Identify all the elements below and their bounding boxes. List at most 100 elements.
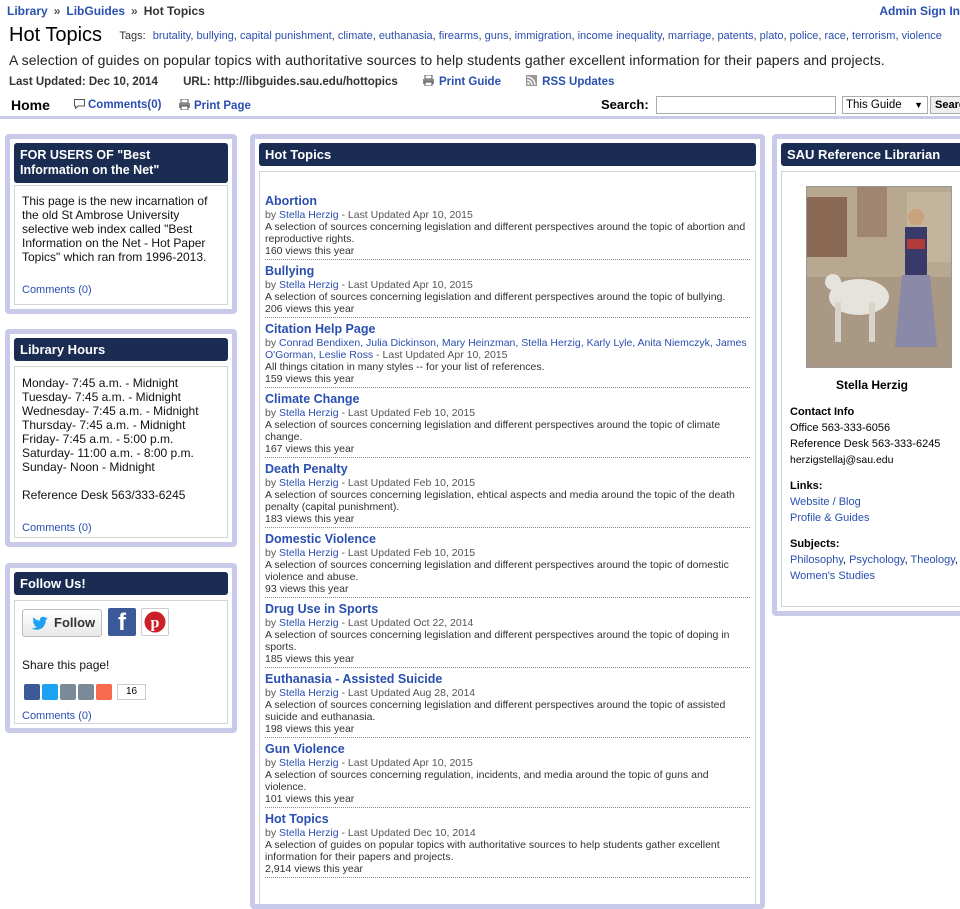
profile-guides-link[interactable]: Profile & Guides <box>790 510 869 526</box>
tag-link[interactable]: capital punishment <box>240 30 332 42</box>
best-info-box: FOR USERS OF "Best Information on the Ne… <box>5 134 237 314</box>
follow-label: Follow <box>54 615 96 630</box>
topic-author-link[interactable]: Stella Herzig <box>279 547 339 559</box>
tag-link[interactable]: immigration <box>515 30 572 42</box>
tag-link[interactable]: terrorism <box>852 30 895 42</box>
best-info-comments-link[interactable]: Comments (0) <box>22 284 92 296</box>
subjects-list: Philosophy, Psychology, Theology, Women's… <box>790 554 958 582</box>
breadcrumb-library-link[interactable]: Library <box>7 4 48 18</box>
topic-description: All things citation in many styles -- fo… <box>265 361 545 373</box>
website-blog-link[interactable]: Website / Blog <box>790 494 861 510</box>
by-label: by <box>265 337 277 349</box>
search-input[interactable] <box>656 96 836 114</box>
tag-link[interactable]: brutality <box>153 30 191 42</box>
hours-comments-link[interactable]: Comments (0) <box>22 522 92 534</box>
twitter-bird-icon <box>31 616 48 630</box>
hours-list: Monday- 7:45 a.m. - Midnight Tuesday- 7:4… <box>22 376 199 474</box>
topic-title-link[interactable]: Death Penalty <box>265 461 750 477</box>
topic-byline: by Stella Herzig - Last Updated Apr 10, … <box>265 279 750 291</box>
topic-title-link[interactable]: Citation Help Page <box>265 321 750 337</box>
search-scope-select[interactable]: This Guide ▼ <box>842 96 928 114</box>
topic-author-link[interactable]: Stella Herzig <box>279 827 339 839</box>
tag-link[interactable]: income inequality <box>578 30 662 42</box>
tag-link[interactable]: violence <box>902 30 942 42</box>
print-page-link[interactable]: Print Page <box>179 98 251 112</box>
twitter-follow-button[interactable]: Follow <box>22 609 102 637</box>
topic-updated: - Last Updated Oct 22, 2014 <box>338 617 474 629</box>
subject-womens-studies-link[interactable]: Women's Studies <box>790 570 875 582</box>
topic-author-link[interactable]: Stella Herzig <box>279 617 339 629</box>
subjects-label: Subjects: <box>790 538 840 550</box>
tag-link[interactable]: race <box>825 30 846 42</box>
topic-item: Drug Use in Sports by Stella Herzig - Las… <box>265 598 750 668</box>
topic-item: Domestic Violence by Stella Herzig - Last… <box>265 528 750 598</box>
topic-byline: by Stella Herzig - Last Updated Feb 10, … <box>265 477 750 489</box>
topic-title-link[interactable]: Domestic Violence <box>265 531 750 547</box>
tag-link[interactable]: plato <box>760 30 784 42</box>
topic-updated: - Last Updated Feb 10, 2015 <box>338 407 476 419</box>
topic-title-link[interactable]: Drug Use in Sports <box>265 601 750 617</box>
subject-theology-link[interactable]: Theology <box>910 554 954 566</box>
tag-link[interactable]: euthanasia <box>379 30 433 42</box>
subject-philosophy-link[interactable]: Philosophy <box>790 554 843 566</box>
tag-link[interactable]: guns <box>485 30 509 42</box>
share-email-icon[interactable] <box>60 684 76 700</box>
breadcrumb-libguides-link[interactable]: LibGuides <box>66 4 125 18</box>
share-twitter-icon[interactable] <box>42 684 58 700</box>
topic-title-link[interactable]: Climate Change <box>265 391 750 407</box>
librarian-photo <box>806 186 952 368</box>
links-label: Links: <box>790 480 823 492</box>
tag-link[interactable]: marriage <box>668 30 711 42</box>
topic-author-link[interactable]: Stella Herzig <box>279 757 339 769</box>
breadcrumb-current: Hot Topics <box>143 4 205 18</box>
search-label: Search: <box>601 97 649 112</box>
by-label: by <box>265 687 277 699</box>
topic-author-link[interactable]: Stella Herzig <box>279 687 339 699</box>
topic-updated: - Last Updated Dec 10, 2014 <box>338 827 476 839</box>
tag-link[interactable]: bullying <box>197 30 234 42</box>
topic-byline: by Stella Herzig - Last Updated Dec 10, … <box>265 827 750 839</box>
reference-desk-phone: Reference Desk 563-333-6245 <box>790 438 941 450</box>
hours-line: Tuesday- 7:45 a.m. - Midnight <box>22 390 181 404</box>
librarian-email: herzigstellaj@sau.edu <box>790 454 894 466</box>
share-print-icon[interactable] <box>78 684 94 700</box>
topic-title-link[interactable]: Hot Topics <box>265 811 750 827</box>
print-guide-link[interactable]: Print Guide <box>422 75 504 88</box>
page-title: Hot Topics <box>9 24 103 46</box>
facebook-icon[interactable]: f <box>108 608 136 636</box>
follow-us-body: Follow f p Share this page! 16 Comments … <box>14 600 228 724</box>
by-label: by <box>265 279 277 291</box>
tag-link[interactable]: police <box>790 30 819 42</box>
tag-link[interactable]: patents <box>717 30 753 42</box>
tag-link[interactable]: climate <box>338 30 373 42</box>
guide-nav-bar: Home Comments(0) Print Page Search: This… <box>0 94 960 119</box>
topic-description: A selection of sources concerning legisl… <box>265 699 726 723</box>
rss-link[interactable]: RSS Updates <box>526 75 614 88</box>
topic-author-link[interactable]: Stella Herzig <box>279 279 339 291</box>
library-hours-title: Library Hours <box>14 338 228 361</box>
admin-sign-in-link[interactable]: Admin Sign In <box>879 4 960 18</box>
topic-item: Abortion by Stella Herzig - Last Updated … <box>265 190 750 260</box>
follow-comments-link[interactable]: Comments (0) <box>22 710 92 722</box>
topic-title-link[interactable]: Bullying <box>265 263 750 279</box>
topic-author-link[interactable]: Stella Herzig <box>279 407 339 419</box>
topic-title-link[interactable]: Euthanasia - Assisted Suicide <box>265 671 750 687</box>
topic-title-link[interactable]: Gun Violence <box>265 741 750 757</box>
pinterest-icon[interactable]: p <box>141 608 169 636</box>
comments-link[interactable]: Comments(0) <box>74 99 161 111</box>
guide-description: A selection of guides on popular topics … <box>9 52 885 68</box>
topic-title-link[interactable]: Abortion <box>265 193 750 209</box>
topic-author-link[interactable]: Stella Herzig <box>279 209 339 221</box>
share-facebook-icon[interactable] <box>24 684 40 700</box>
tag-link[interactable]: firearms <box>439 30 479 42</box>
topic-updated: - Last Updated Feb 10, 2015 <box>338 477 476 489</box>
hours-line: Saturday- 11:00 a.m. - 8:00 p.m. <box>22 446 194 460</box>
topic-views: 167 views this year <box>265 443 355 455</box>
topic-author-link[interactable]: Stella Herzig <box>279 477 339 489</box>
share-more-icon[interactable] <box>96 684 112 700</box>
search-button[interactable]: Search <box>930 96 960 114</box>
subject-psychology-link[interactable]: Psychology <box>849 554 904 566</box>
guide-meta: Last Updated: Dec 10, 2014 URL: http://l… <box>9 75 636 88</box>
reference-desk-text: Reference Desk 563/333-6245 <box>22 488 186 502</box>
tab-home[interactable]: Home <box>11 97 50 113</box>
